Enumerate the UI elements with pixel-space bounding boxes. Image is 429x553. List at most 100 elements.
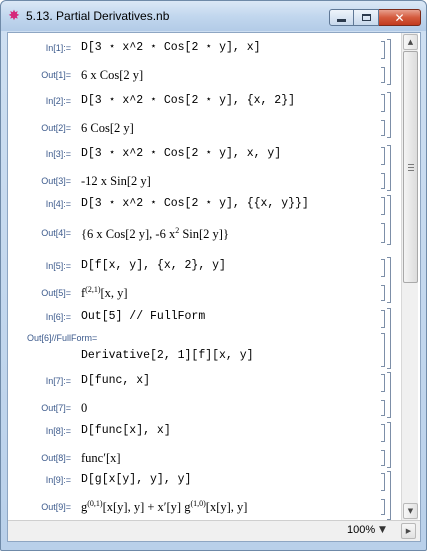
input-cell[interactable]: In[3]:= D[3 ⋆ x^2 ⋆ Cos[2 ⋆ y], x, y] (8, 145, 401, 163)
output-expression: {6 x Cos[2 y], -6 x2 Sin[2 y]} (81, 226, 229, 242)
close-icon: ✕ (394, 10, 405, 25)
grip-line (408, 170, 414, 171)
input-code[interactable]: D[3 ⋆ x^2 ⋆ Cos[2 ⋆ y], {x, 2}] (81, 92, 295, 110)
input-cell[interactable]: In[2]:= D[3 ⋆ x^2 ⋆ Cos[2 ⋆ y], {x, 2}] (8, 92, 401, 110)
cell-label: In[8]:= (45, 426, 71, 436)
output-expression: func′[x] (81, 451, 121, 465)
cell-bracket[interactable] (381, 94, 385, 112)
cell-bracket[interactable] (381, 197, 385, 215)
input-cell[interactable]: In[5]:= D[f[x, y], {x, 2}, y] (8, 257, 401, 275)
output-cell[interactable]: Out[9]= g(0,1)[x[y], y] + x′[y] g(1,0)[x… (8, 498, 401, 516)
grip-line (408, 167, 414, 168)
cell-label: Out[7]= (41, 403, 71, 413)
cell-label: Out[8]= (41, 453, 71, 463)
output-expression: -12 x Sin[2 y] (81, 174, 151, 188)
cell-bracket[interactable] (381, 424, 385, 442)
output-cell[interactable]: Out[2]= 6 Cos[2 y] (8, 119, 401, 137)
cell-label: Out[4]= (41, 228, 71, 238)
input-code[interactable]: D[func[x], x] (81, 422, 171, 440)
minimize-button[interactable] (329, 9, 354, 26)
cell-bracket[interactable] (381, 333, 385, 367)
minimize-icon (337, 18, 346, 22)
output-cell[interactable]: Out[7]= 0 (8, 399, 401, 417)
cell-label: Out[1]= (41, 70, 71, 80)
cell-bracket[interactable] (381, 400, 385, 416)
input-code[interactable]: Out[5] // FullForm (81, 308, 205, 326)
maximize-icon (361, 14, 371, 21)
window-title: 5.13. Partial Derivatives.nb (26, 9, 170, 23)
cell-bracket[interactable] (381, 285, 385, 301)
group-bracket[interactable] (387, 372, 391, 418)
notebook-content[interactable]: In[1]:= D[3 ⋆ x^2 ⋆ Cos[2 ⋆ y], x] Out[1… (8, 33, 401, 520)
input-code[interactable]: D[func, x] (81, 372, 150, 390)
input-code[interactable]: D[3 ⋆ x^2 ⋆ Cos[2 ⋆ y], x] (81, 39, 261, 57)
scroll-up-button[interactable]: ▲ (403, 34, 418, 50)
cell-bracket[interactable] (381, 374, 385, 392)
maximize-button[interactable] (354, 9, 379, 26)
cell-label: Out[2]= (41, 123, 71, 133)
group-bracket[interactable] (387, 39, 391, 85)
output-cell[interactable]: Out[5]= f(2,1)[x, y] (8, 284, 401, 302)
input-cell[interactable]: In[6]:= Out[5] // FullForm (8, 308, 401, 326)
group-bracket[interactable] (387, 92, 391, 138)
group-bracket[interactable] (387, 257, 391, 303)
title-bar[interactable]: ✸ 5.13. Partial Derivatives.nb ✕ (1, 1, 426, 31)
output-cell[interactable]: Out[8]= func′[x] (8, 449, 401, 467)
arrow-right-icon: ▶ (405, 527, 412, 535)
output-expression: 6 x Cos[2 y] (81, 68, 144, 82)
output-expression: f(2,1)[x, y] (81, 285, 128, 301)
input-code[interactable]: D[g[x[y], y], y] (81, 471, 191, 489)
close-button[interactable]: ✕ (379, 9, 421, 26)
cell-label: Out[5]= (41, 288, 71, 298)
scroll-down-button[interactable]: ▼ (403, 503, 418, 519)
cell-label: In[2]:= (45, 96, 71, 106)
scroll-right-button[interactable]: ▶ (401, 523, 416, 539)
cell-label: In[7]:= (45, 376, 71, 386)
group-bracket[interactable] (387, 145, 391, 191)
cell-bracket[interactable] (381, 41, 385, 59)
output-expression: 6 Cos[2 y] (81, 121, 134, 135)
zoom-dropdown-icon[interactable]: ▼ (379, 525, 386, 535)
cell-label: In[9]:= (45, 475, 71, 485)
cell-label: In[5]:= (45, 261, 71, 271)
cell-bracket[interactable] (381, 223, 385, 243)
output-cell[interactable]: Out[3]= -12 x Sin[2 y] (8, 172, 401, 190)
mathematica-star-icon: ✸ (8, 8, 20, 24)
input-cell[interactable]: In[4]:= D[3 ⋆ x^2 ⋆ Cos[2 ⋆ y], {{x, y}}… (8, 195, 401, 213)
cell-label: In[4]:= (45, 199, 71, 209)
output-cell[interactable]: Out[4]= {6 x Cos[2 y], -6 x2 Sin[2 y]} (8, 222, 401, 244)
cell-bracket[interactable] (381, 310, 385, 328)
input-code[interactable]: D[3 ⋆ x^2 ⋆ Cos[2 ⋆ y], {{x, y}}] (81, 195, 309, 213)
cell-bracket[interactable] (381, 67, 385, 83)
cell-bracket[interactable] (381, 147, 385, 165)
cell-bracket[interactable] (381, 450, 385, 466)
cell-label: Out[6]//FullForm= (27, 333, 98, 343)
arrow-down-icon: ▼ (407, 507, 414, 515)
cell-label: In[3]:= (45, 149, 71, 159)
cell-bracket[interactable] (381, 473, 385, 491)
notebook-client-area: In[1]:= D[3 ⋆ x^2 ⋆ Cos[2 ⋆ y], x] Out[1… (7, 32, 421, 542)
group-bracket[interactable] (387, 308, 391, 369)
output-expression: g(0,1)[x[y], y] + x′[y] g(1,0)[x[y], y] (81, 499, 248, 515)
output-cell[interactable]: Derivative[2, 1][f][x, y] (8, 347, 401, 365)
group-bracket[interactable] (387, 471, 391, 520)
input-cell[interactable]: In[9]:= D[g[x[y], y], y] (8, 471, 401, 489)
input-code[interactable]: D[3 ⋆ x^2 ⋆ Cos[2 ⋆ y], x, y] (81, 145, 281, 163)
zoom-level[interactable]: 100% (347, 524, 375, 536)
cell-label: In[1]:= (45, 43, 71, 53)
input-cell[interactable]: In[8]:= D[func[x], x] (8, 422, 401, 440)
cell-bracket[interactable] (381, 499, 385, 515)
scrollbar-thumb[interactable] (403, 51, 418, 283)
vertical-scrollbar[interactable]: ▲ ▼ (401, 33, 418, 520)
cell-bracket[interactable] (381, 120, 385, 136)
status-bar: 100% ▼ ▶ (8, 520, 420, 541)
group-bracket[interactable] (387, 195, 391, 245)
output-cell[interactable]: Out[1]= 6 x Cos[2 y] (8, 66, 401, 84)
input-code[interactable]: D[f[x, y], {x, 2}, y] (81, 257, 226, 275)
cell-bracket[interactable] (381, 173, 385, 189)
cell-bracket[interactable] (381, 259, 385, 277)
window-controls: ✕ (329, 9, 421, 27)
input-cell[interactable]: In[7]:= D[func, x] (8, 372, 401, 390)
group-bracket[interactable] (387, 422, 391, 468)
input-cell[interactable]: In[1]:= D[3 ⋆ x^2 ⋆ Cos[2 ⋆ y], x] (8, 39, 401, 57)
